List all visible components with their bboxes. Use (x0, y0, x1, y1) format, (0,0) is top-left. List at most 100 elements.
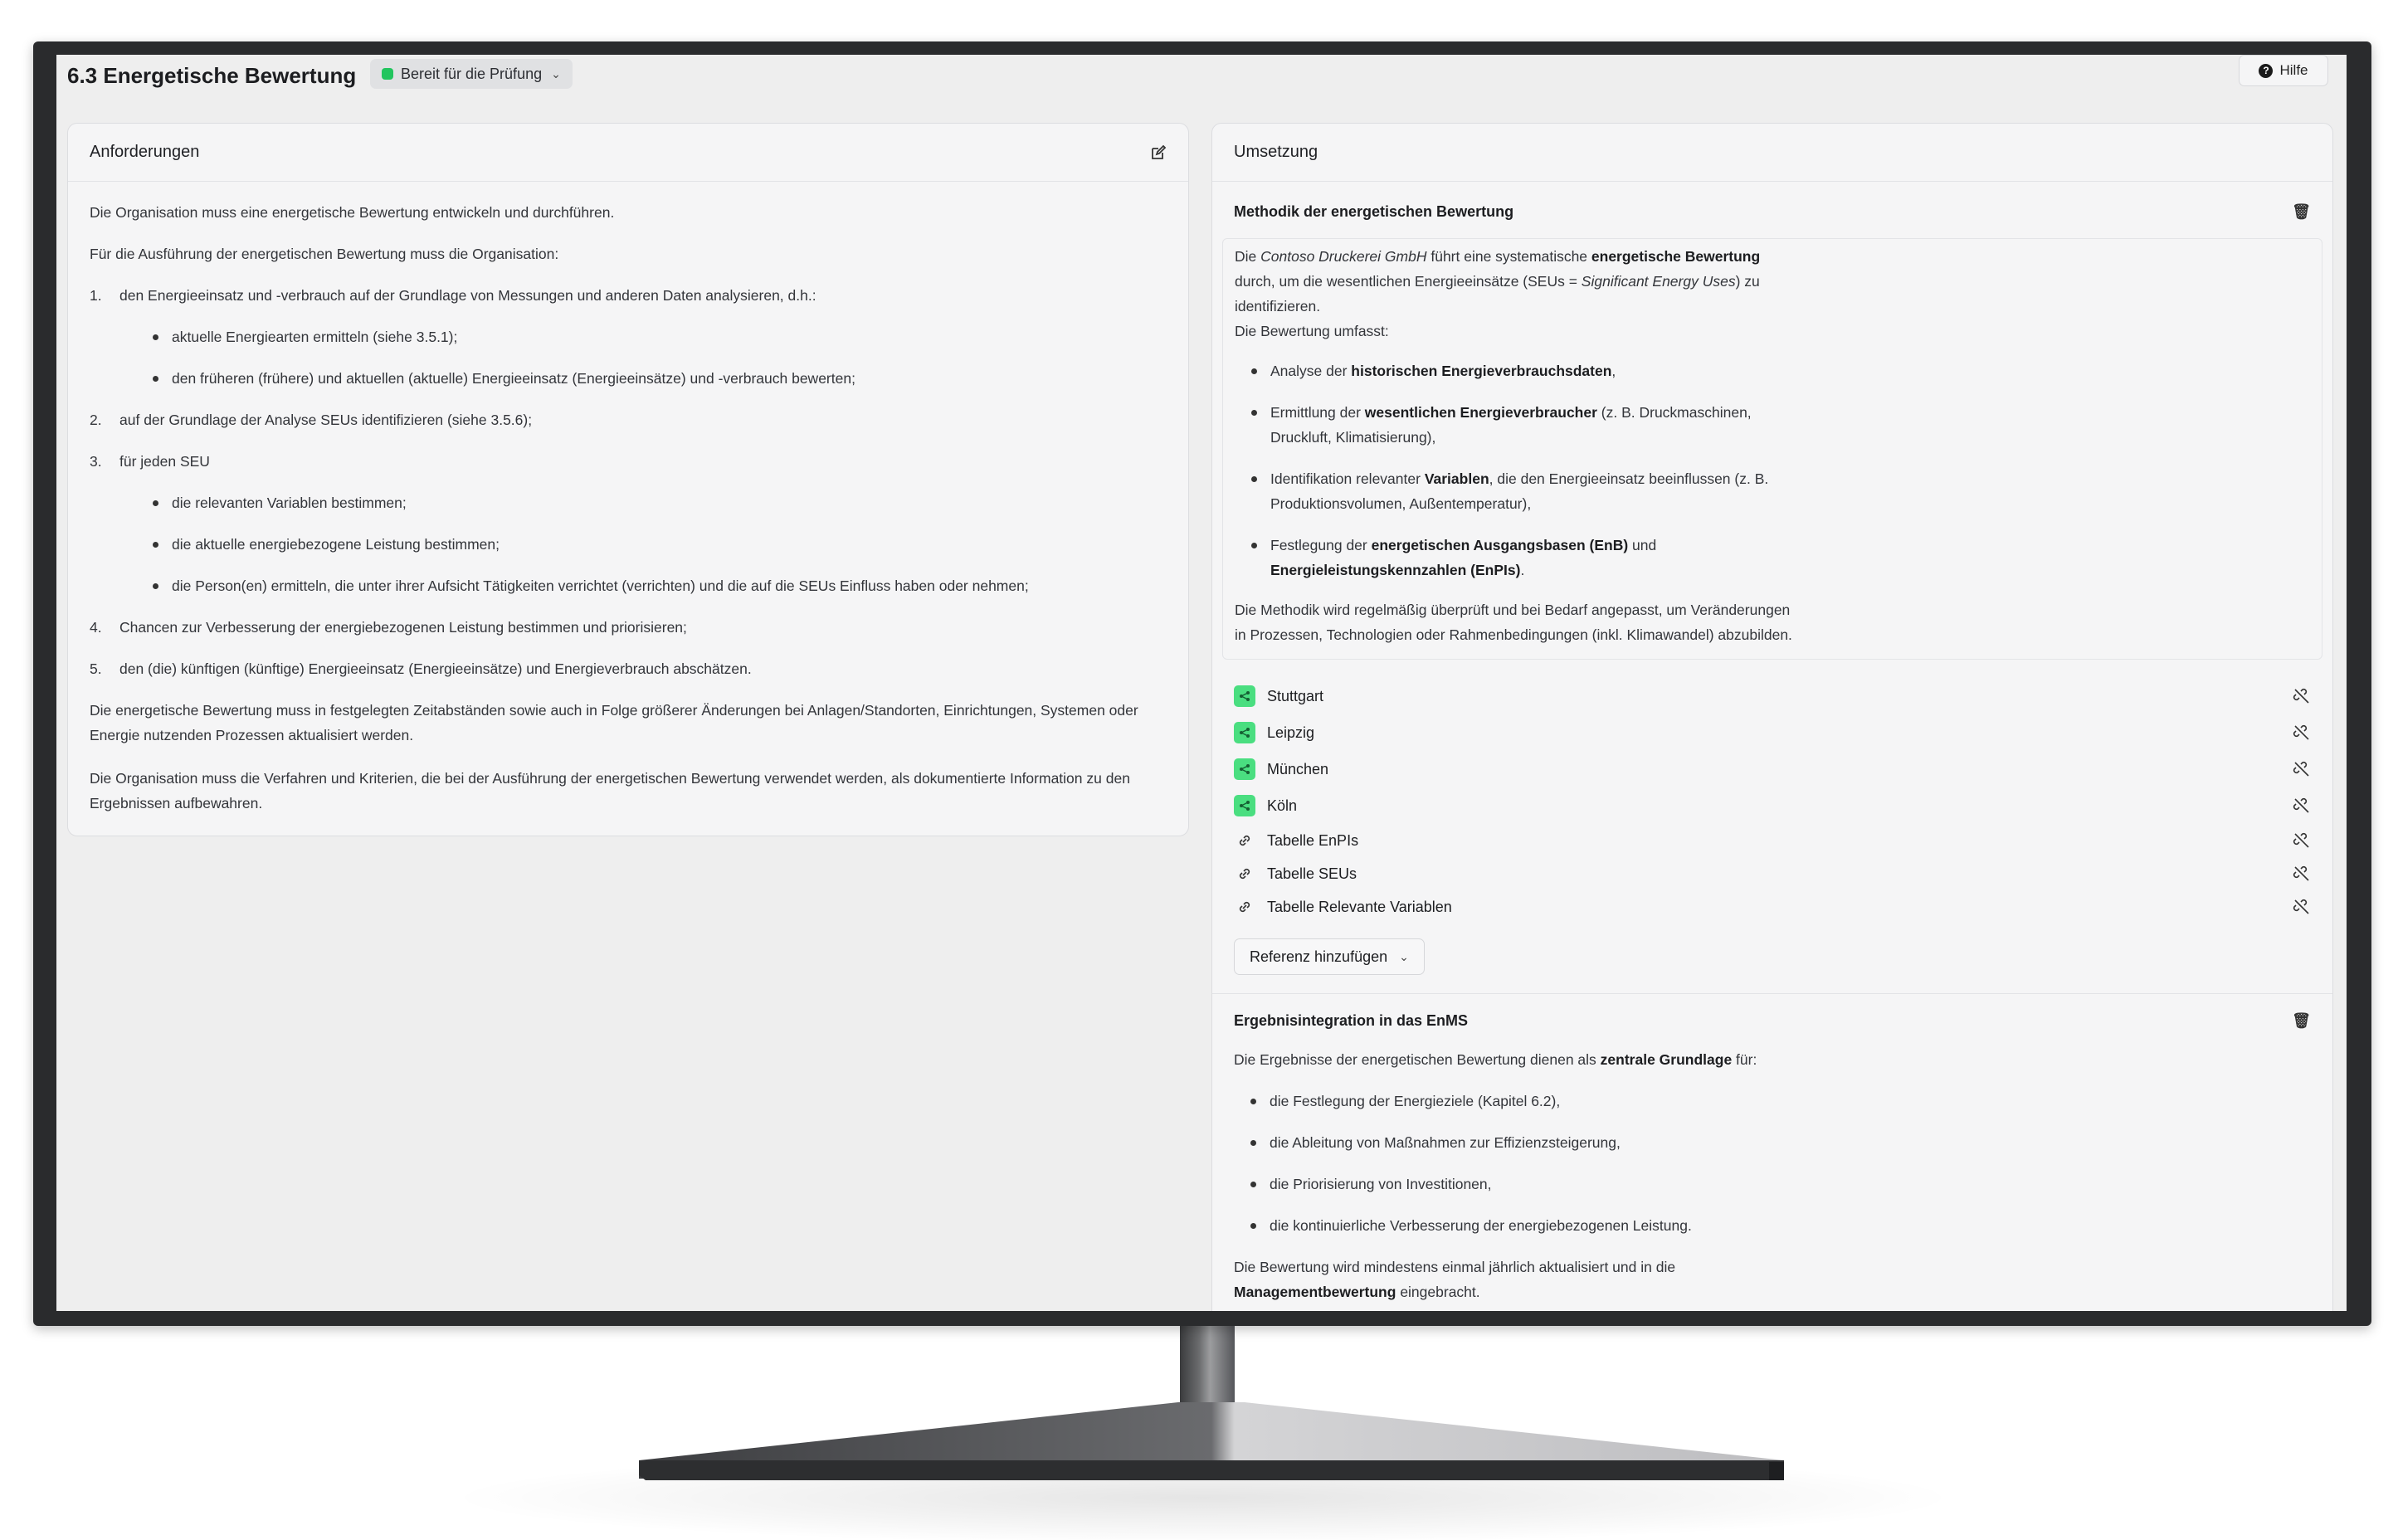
app-screen: 6.3 Energetische Bewertung Bereit für di… (56, 55, 2347, 1311)
reference-row[interactable]: Tabelle Relevante Variablen (1234, 890, 2311, 924)
share-nodes-icon (1234, 685, 1255, 707)
monitor-mockup: 6.3 Energetische Bewertung Bereit für di… (0, 0, 2398, 1540)
integration-section-body: Die Ergebnisse der energetischen Bewertu… (1212, 1047, 2332, 1304)
share-nodes-icon (1234, 722, 1255, 743)
reference-label: Köln (1267, 797, 1298, 814)
list-item-text: den (die) künftigen (künftige) Energieei… (119, 660, 752, 677)
bullet-icon (153, 334, 158, 340)
list-number: 3. (90, 453, 102, 470)
implementation-header: Umsetzung (1212, 124, 2332, 182)
status-dropdown[interactable]: Bereit für die Prüfung ⌄ (370, 59, 573, 89)
sub-list-item: die aktuelle energiebezogene Leistung be… (153, 532, 1029, 557)
help-label: Hilfe (2279, 62, 2308, 78)
bullet-icon (153, 500, 158, 506)
implementation-heading: Umsetzung (1234, 143, 1318, 161)
edit-icon[interactable] (1150, 144, 1167, 161)
top-bar: 6.3 Energetische Bewertung Bereit für di… (56, 55, 2347, 123)
integration-closing: Die Bewertung wird mindestens einmal jäh… (1234, 1259, 1676, 1300)
list-number: 5. (90, 660, 102, 677)
sub-list-text: die relevanten Variablen bestimmen; (172, 495, 407, 511)
add-reference-label: Referenz hinzufügen (1250, 948, 1388, 965)
unlink-icon[interactable] (2293, 865, 2311, 883)
sub-list-text: den früheren (frühere) und aktuellen (ak… (172, 370, 855, 387)
list-item: die Ableitung von Maßnahmen zur Effizien… (1250, 1130, 2311, 1155)
reference-label: Stuttgart (1267, 687, 1324, 704)
list-number: 1. (90, 287, 102, 304)
sub-list-item: aktuelle Energiearten ermitteln (siehe 3… (153, 324, 855, 349)
trash-icon[interactable]: 🗑 (2292, 1012, 2311, 1030)
sub-list-text: die aktuelle energiebezogene Leistung be… (172, 536, 500, 553)
integration-section-title: Ergebnisintegration in das EnMS (1234, 1011, 1469, 1029)
status-label: Bereit für die Prüfung (401, 65, 543, 82)
reference-list: Stuttgart Leipzig München Köln Tabelle E… (1212, 670, 2332, 975)
monitor-base (639, 1402, 1784, 1480)
reference-label: Leipzig (1267, 724, 1315, 741)
sub-list-item: den früheren (frühere) und aktuellen (ak… (153, 366, 855, 391)
implementation-card: Umsetzung Methodik der energetischen Bew… (1211, 123, 2333, 1311)
reference-row[interactable]: München (1234, 751, 2311, 787)
method-section-title: Methodik der energetischen Bewertung (1234, 202, 1514, 220)
list-item: 4. Chancen zur Verbesserung der energieb… (90, 615, 1167, 640)
method-section-header: Methodik der energetischen Bewertung 🗑 (1212, 185, 2332, 238)
bullet-icon (153, 542, 158, 548)
requirements-intro: Die Organisation muss eine energetische … (90, 204, 615, 221)
integration-intro: Die Ergebnisse der energetischen Bewertu… (1234, 1051, 1757, 1068)
unlink-icon[interactable] (2293, 760, 2311, 778)
method-text: Die Contoso Druckerei GmbH führt eine sy… (1235, 248, 1761, 339)
share-nodes-icon (1234, 795, 1255, 816)
chevron-down-icon: ⌄ (551, 66, 561, 80)
list-item: Festlegung der energetischen Ausgangsbas… (1251, 533, 2310, 582)
reference-row[interactable]: Tabelle EnPIs (1234, 824, 2311, 857)
add-reference-button[interactable]: Referenz hinzufügen ⌄ (1234, 938, 1425, 975)
requirements-body: Die Organisation muss eine energetische … (68, 182, 1188, 816)
list-item: 2. auf der Grundlage der Analyse SEUs id… (90, 407, 1167, 432)
reference-row[interactable]: Stuttgart (1234, 678, 2311, 714)
reference-label: Tabelle EnPIs (1267, 831, 1359, 849)
link-icon (1234, 832, 1255, 849)
requirements-docs-paragraph: Die Organisation muss die Verfahren und … (90, 770, 1130, 811)
sub-list-item: die Person(en) ermitteln, die unter ihre… (153, 573, 1029, 598)
reference-row[interactable]: Leipzig (1234, 714, 2311, 751)
page-title: 6.3 Energetische Bewertung (67, 63, 357, 88)
requirements-heading: Anforderungen (90, 143, 200, 161)
list-item-text: für jeden SEU (119, 453, 210, 470)
list-number: 4. (90, 619, 102, 636)
unlink-icon[interactable] (2293, 831, 2311, 850)
reference-row[interactable]: Köln (1234, 787, 2311, 824)
reference-label: Tabelle SEUs (1267, 865, 1357, 882)
list-item: Identifikation relevanter Variablen, die… (1251, 466, 2310, 516)
requirements-lead: Für die Ausführung der energetischen Bew… (90, 246, 559, 262)
unlink-icon[interactable] (2293, 687, 2311, 705)
sub-list-text: die Person(en) ermitteln, die unter ihre… (172, 578, 1029, 594)
requirements-card: Anforderungen Die Organisation muss eine… (67, 123, 1189, 836)
method-section-body: Die Contoso Druckerei GmbH führt eine sy… (1222, 238, 2322, 660)
sub-list-item: die relevanten Variablen bestimmen; (153, 490, 1029, 515)
integration-section-header: Ergebnisintegration in das EnMS 🗑 (1212, 994, 2332, 1047)
reference-row[interactable]: Tabelle SEUs (1234, 857, 2311, 890)
link-icon (1234, 865, 1255, 882)
reference-label: Tabelle Relevante Variablen (1267, 898, 1452, 915)
list-item: 5. den (die) künftigen (künftige) Energi… (90, 656, 1167, 681)
list-item-text: den Energieeinsatz und -verbrauch auf de… (119, 287, 816, 304)
list-item: die Festlegung der Energieziele (Kapitel… (1250, 1089, 2311, 1114)
unlink-icon[interactable] (2293, 724, 2311, 742)
question-circle-icon: ? (2259, 63, 2274, 78)
reference-label: München (1267, 760, 1329, 777)
list-item-text: auf der Grundlage der Analyse SEUs ident… (119, 412, 533, 428)
trash-icon[interactable]: 🗑 (2292, 203, 2311, 221)
method-bullets: Analyse der historischen Energieverbrauc… (1251, 358, 2310, 582)
help-button[interactable]: ? Hilfe (2239, 55, 2328, 86)
status-dot-icon (382, 68, 393, 80)
list-item: Analyse der historischen Energieverbrauc… (1251, 358, 2310, 383)
list-item: die Priorisierung von Investitionen, (1250, 1172, 2311, 1196)
unlink-icon[interactable] (2293, 797, 2311, 815)
list-item: die kontinuierliche Verbesserung der ene… (1250, 1213, 2311, 1238)
sub-list: aktuelle Energiearten ermitteln (siehe 3… (153, 324, 855, 391)
list-item: Ermittlung der wesentlichen Energieverbr… (1251, 400, 2310, 450)
integration-bullets: die Festlegung der Energieziele (Kapitel… (1250, 1089, 2311, 1238)
sub-list: die relevanten Variablen bestimmen; die … (153, 490, 1029, 598)
bullet-icon (153, 376, 158, 382)
requirements-list: 1. den Energieeinsatz und -verbrauch auf… (90, 283, 1167, 681)
unlink-icon[interactable] (2293, 898, 2311, 916)
list-number: 2. (90, 412, 102, 428)
